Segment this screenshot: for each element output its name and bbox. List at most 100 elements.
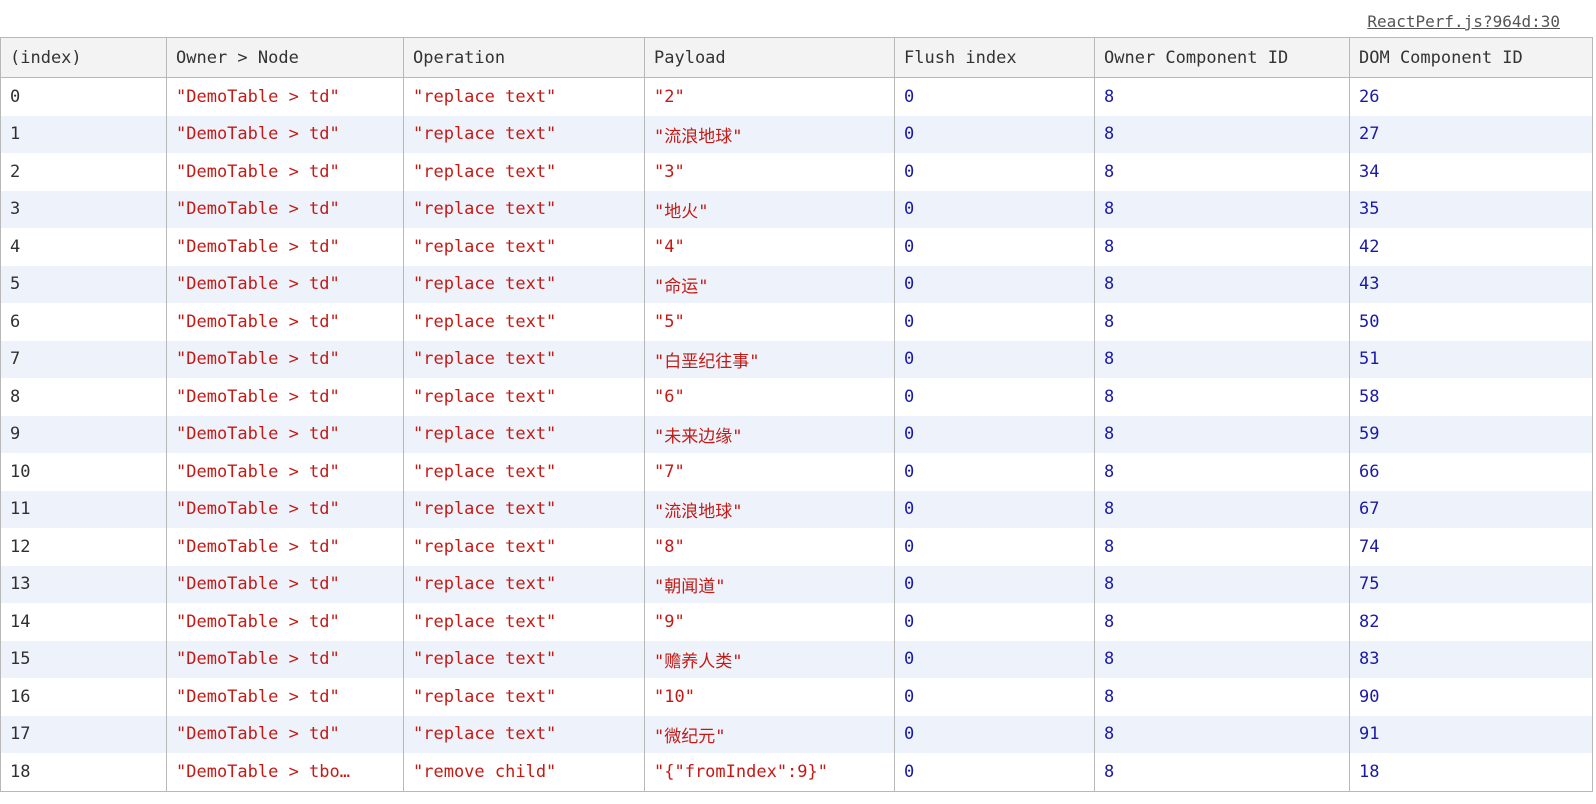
- table-row[interactable]: 1 "DemoTable > td" "replace text" "流浪地球" 0 8 2…: [0, 115, 1593, 153]
- cell-index: 2: [0, 153, 167, 191]
- cell-index: 17: [0, 715, 167, 753]
- table-header: (index) Owner > Node Operation Payload F…: [0, 37, 1593, 78]
- cell-operation: "replace text": [403, 303, 645, 341]
- cell-payload: "4": [644, 228, 895, 266]
- table-row[interactable]: 17 "DemoTable > td" "replace text" "微纪元" 0 8 9…: [0, 715, 1593, 753]
- table-row[interactable]: 15 "DemoTable > td" "replace text" "赡养人类" 0 8…: [0, 640, 1593, 678]
- cell-operation: "replace text": [403, 153, 645, 191]
- cell-owner-node: "DemoTable > tbo…: [166, 753, 404, 792]
- cell-flush-index: 0: [894, 340, 1095, 378]
- cell-payload: "6": [644, 378, 895, 416]
- table-row[interactable]: 8 "DemoTable > td" "replace text" "6" 0 8 58: [0, 378, 1593, 416]
- cell-owner-node: "DemoTable > td": [166, 453, 404, 491]
- cell-operation: "replace text": [403, 640, 645, 678]
- cell-dom-component-id: 59: [1349, 415, 1593, 453]
- cell-flush-index: 0: [894, 715, 1095, 753]
- cell-owner-node: "DemoTable > td": [166, 490, 404, 528]
- column-header-dom-component-id[interactable]: DOM Component ID: [1349, 37, 1593, 78]
- cell-owner-node: "DemoTable > td": [166, 378, 404, 416]
- cell-operation: "remove child": [403, 753, 645, 792]
- cell-owner-node: "DemoTable > td": [166, 603, 404, 641]
- column-header-operation[interactable]: Operation: [403, 37, 645, 78]
- column-header-flush-index[interactable]: Flush index: [894, 37, 1095, 78]
- cell-owner-component-id: 8: [1094, 715, 1350, 753]
- cell-operation: "replace text": [403, 490, 645, 528]
- table-row[interactable]: 6 "DemoTable > td" "replace text" "5" 0 8 50: [0, 303, 1593, 341]
- table-row[interactable]: 11 "DemoTable > td" "replace text" "流浪地球" 0 8…: [0, 490, 1593, 528]
- cell-index: 13: [0, 565, 167, 603]
- cell-operation: "replace text": [403, 715, 645, 753]
- cell-payload: "朝闻道": [644, 565, 895, 603]
- cell-owner-node: "DemoTable > td": [166, 528, 404, 566]
- cell-payload: "流浪地球": [644, 490, 895, 528]
- cell-owner-component-id: 8: [1094, 77, 1350, 116]
- cell-payload: "3": [644, 153, 895, 191]
- table-row[interactable]: 18 "DemoTable > tbo… "remove child" "{"from…: [0, 753, 1593, 792]
- cell-index: 15: [0, 640, 167, 678]
- cell-operation: "replace text": [403, 565, 645, 603]
- table-row[interactable]: 14 "DemoTable > td" "replace text" "9" 0 8 82: [0, 603, 1593, 641]
- table-row[interactable]: 12 "DemoTable > td" "replace text" "8" 0 8 74: [0, 528, 1593, 566]
- cell-operation: "replace text": [403, 603, 645, 641]
- cell-owner-node: "DemoTable > td": [166, 340, 404, 378]
- cell-operation: "replace text": [403, 115, 645, 153]
- header-row: (index) Owner > Node Operation Payload F…: [0, 37, 1593, 78]
- cell-owner-node: "DemoTable > td": [166, 715, 404, 753]
- cell-owner-component-id: 8: [1094, 678, 1350, 716]
- cell-payload: "9": [644, 603, 895, 641]
- cell-payload: "8": [644, 528, 895, 566]
- table-row[interactable]: 5 "DemoTable > td" "replace text" "命运" 0 8 43: [0, 265, 1593, 303]
- cell-dom-component-id: 83: [1349, 640, 1593, 678]
- table-row[interactable]: 0 "DemoTable > td" "replace text" "2" 0 8 26: [0, 77, 1593, 116]
- cell-owner-component-id: 8: [1094, 453, 1350, 491]
- cell-dom-component-id: 18: [1349, 753, 1593, 792]
- cell-flush-index: 0: [894, 603, 1095, 641]
- table-row[interactable]: 16 "DemoTable > td" "replace text" "10" 0 8 90: [0, 678, 1593, 716]
- cell-owner-component-id: 8: [1094, 265, 1350, 303]
- cell-operation: "replace text": [403, 528, 645, 566]
- column-header-payload[interactable]: Payload: [644, 37, 895, 78]
- cell-index: 9: [0, 415, 167, 453]
- cell-flush-index: 0: [894, 115, 1095, 153]
- cell-flush-index: 0: [894, 153, 1095, 191]
- cell-operation: "replace text": [403, 265, 645, 303]
- cell-owner-node: "DemoTable > td": [166, 190, 404, 228]
- cell-flush-index: 0: [894, 678, 1095, 716]
- column-header-index[interactable]: (index): [0, 37, 167, 78]
- cell-operation: "replace text": [403, 678, 645, 716]
- table-row[interactable]: 9 "DemoTable > td" "replace text" "未来边缘" 0 8 5…: [0, 415, 1593, 453]
- cell-payload: "赡养人类": [644, 640, 895, 678]
- cell-dom-component-id: 50: [1349, 303, 1593, 341]
- cell-index: 6: [0, 303, 167, 341]
- column-header-owner-node[interactable]: Owner > Node: [166, 37, 404, 78]
- table-row[interactable]: 10 "DemoTable > td" "replace text" "7" 0 8 66: [0, 453, 1593, 491]
- cell-index: 5: [0, 265, 167, 303]
- cell-dom-component-id: 43: [1349, 265, 1593, 303]
- source-file-link[interactable]: ReactPerf.js?964d:30: [1367, 12, 1560, 32]
- cell-flush-index: 0: [894, 415, 1095, 453]
- cell-index: 12: [0, 528, 167, 566]
- cell-flush-index: 0: [894, 265, 1095, 303]
- cell-index: 18: [0, 753, 167, 792]
- cell-payload: "7": [644, 453, 895, 491]
- cell-dom-component-id: 42: [1349, 228, 1593, 266]
- cell-payload: "5": [644, 303, 895, 341]
- cell-owner-component-id: 8: [1094, 640, 1350, 678]
- table-row[interactable]: 3 "DemoTable > td" "replace text" "地火" 0 8 35: [0, 190, 1593, 228]
- cell-index: 8: [0, 378, 167, 416]
- table-row[interactable]: 4 "DemoTable > td" "replace text" "4" 0 8 42: [0, 228, 1593, 266]
- table-row[interactable]: 2 "DemoTable > td" "replace text" "3" 0 8 34: [0, 153, 1593, 191]
- cell-index: 10: [0, 453, 167, 491]
- cell-payload: "10": [644, 678, 895, 716]
- cell-owner-component-id: 8: [1094, 115, 1350, 153]
- table-row[interactable]: 13 "DemoTable > td" "replace text" "朝闻道" 0 8 7…: [0, 565, 1593, 603]
- cell-dom-component-id: 82: [1349, 603, 1593, 641]
- column-header-owner-component-id[interactable]: Owner Component ID: [1094, 37, 1350, 78]
- cell-owner-component-id: 8: [1094, 378, 1350, 416]
- cell-dom-component-id: 75: [1349, 565, 1593, 603]
- cell-owner-node: "DemoTable > td": [166, 415, 404, 453]
- cell-payload: "微纪元": [644, 715, 895, 753]
- table-row[interactable]: 7 "DemoTable > td" "replace text" "白垩纪往事" 0 8…: [0, 340, 1593, 378]
- cell-index: 7: [0, 340, 167, 378]
- cell-index: 16: [0, 678, 167, 716]
